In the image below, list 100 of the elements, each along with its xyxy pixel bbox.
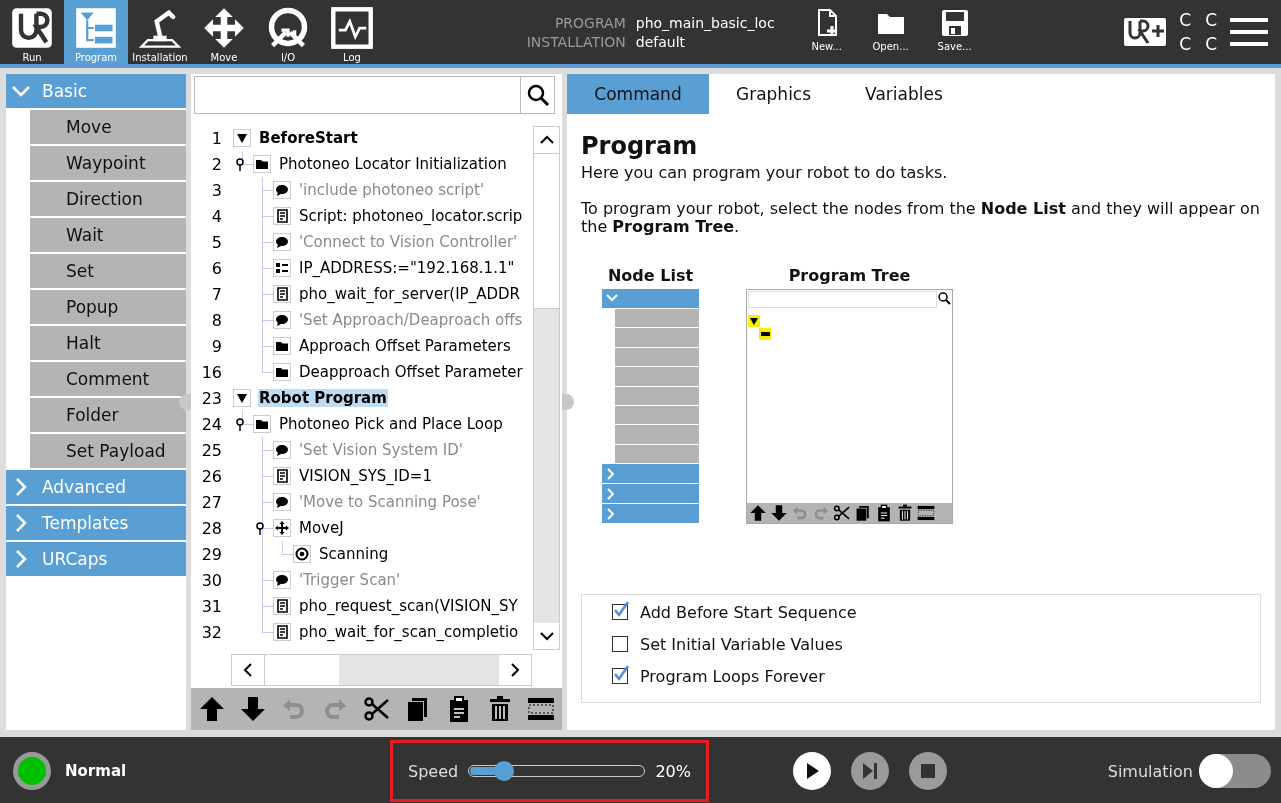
chevron-up-icon	[539, 135, 554, 145]
robot-logo-icon	[10, 6, 54, 50]
play-button[interactable]	[793, 752, 831, 790]
file-button[interactable]: Open...	[858, 0, 923, 64]
speed-label: Speed	[408, 761, 459, 781]
tree-node[interactable]: Script: photoneo_locator.scrip	[298, 207, 524, 225]
expand-toggle[interactable]	[233, 389, 251, 407]
line-number: 27	[200, 492, 222, 512]
indicator-letter: C	[1205, 34, 1217, 54]
tree-node[interactable]: BeforeStart	[258, 129, 359, 147]
tab[interactable]: Command	[567, 74, 709, 114]
node-button[interactable]: Waypoint	[30, 146, 186, 180]
installation-label: INSTALLATION	[525, 33, 626, 50]
comment-icon	[275, 235, 289, 249]
scissors-icon	[362, 695, 391, 723]
line-number: 30	[200, 570, 222, 590]
search-button[interactable]	[520, 76, 555, 114]
tree-node[interactable]: pho_wait_for_scan_completio	[298, 623, 520, 641]
line-number: 24	[200, 414, 222, 434]
tree-node[interactable]: 'Set Approach/Deaproach offs	[298, 311, 524, 329]
chevron-down-icon	[539, 631, 554, 641]
tree-node[interactable]: 'include photoneo script'	[298, 181, 486, 199]
installation-name: default	[635, 33, 687, 50]
tree-node[interactable]: Approach Offset Parameters	[298, 337, 512, 355]
comment-icon	[275, 183, 289, 197]
folder-icon	[275, 339, 289, 353]
tree-node[interactable]: pho_wait_for_server(IP_ADDR	[298, 285, 521, 303]
tree-node[interactable]: VISION_SYS_ID=1	[298, 467, 433, 485]
urcaps-logo-icon[interactable]	[1123, 17, 1168, 47]
simulation-toggle[interactable]	[1199, 754, 1271, 788]
horizontal-scrollbar[interactable]	[231, 654, 532, 686]
script-icon	[275, 625, 289, 639]
menu-icon[interactable]	[1229, 15, 1269, 49]
checkbox[interactable]	[612, 668, 628, 684]
tree-node[interactable]: pho_request_scan(VISION_SY	[298, 597, 519, 615]
node-button[interactable]: Comment	[30, 362, 186, 396]
tree-node[interactable]: 'Trigger Scan'	[298, 571, 402, 589]
tree-node[interactable]: Scanning	[318, 545, 390, 563]
file-button[interactable]: Save...	[922, 0, 987, 64]
line-number: 1	[210, 128, 222, 148]
node-handle-icon[interactable]	[256, 522, 264, 536]
speed-value: 20%	[655, 761, 691, 781]
line-number: 2	[210, 154, 222, 174]
node-button[interactable]: Set Payload	[30, 434, 186, 468]
move-arrows-icon	[202, 6, 246, 50]
tree-node[interactable]: Deapproach Offset Parameter	[298, 363, 524, 381]
node-button[interactable]: Move	[30, 110, 186, 144]
line-number: 31	[200, 596, 222, 616]
slider-thumb[interactable]	[494, 761, 515, 781]
tree-node[interactable]: Photoneo Pick and Place Loop	[278, 415, 504, 433]
indicator-letter: C	[1205, 10, 1217, 30]
script-icon	[275, 599, 289, 613]
node-button[interactable]: Halt	[30, 326, 186, 360]
intro-text: Here you can program your robot to do tasks.	[581, 164, 949, 182]
line-number: 4	[210, 206, 222, 226]
log-chart-icon	[330, 6, 374, 50]
arrow-down-icon	[239, 695, 268, 723]
line-number: 5	[210, 232, 222, 252]
option-label: Set Initial Variable Values	[640, 634, 843, 654]
program-name: pho_main_basic_loc	[635, 14, 776, 31]
search-field[interactable]	[194, 76, 520, 114]
node-button[interactable]: Popup	[30, 290, 186, 324]
tree-node[interactable]: 'Move to Scanning Pose'	[298, 493, 482, 511]
tree-node[interactable]: Robot Program	[258, 389, 388, 407]
tree-node[interactable]: 'Connect to Vision Controller'	[298, 233, 519, 251]
arrow-up-icon	[198, 695, 226, 723]
folder-icon	[255, 417, 269, 431]
line-number: 32	[200, 622, 222, 642]
io-icon	[266, 6, 310, 50]
triangle-down-icon	[236, 132, 248, 144]
tree-node[interactable]: Photoneo Locator Initialization	[278, 155, 508, 173]
panel-collapse-handle[interactable]	[562, 394, 574, 410]
checkbox[interactable]	[612, 604, 628, 620]
page-title: Program	[581, 132, 699, 160]
tree-node[interactable]: MoveJ	[298, 519, 345, 537]
suppress-icon	[527, 695, 555, 723]
folder-icon	[275, 365, 289, 379]
node-handle-icon[interactable]	[236, 418, 244, 432]
node-handle-icon[interactable]	[236, 158, 244, 172]
tree-node[interactable]: IP_ADDRESS:="192.168.1.1"	[298, 259, 516, 277]
line-number: 29	[200, 544, 222, 564]
scrollbar-thumb[interactable]	[534, 153, 559, 309]
waypoint-icon	[295, 547, 309, 561]
tree-node[interactable]: 'Set Vision System ID'	[298, 441, 464, 459]
node-button[interactable]: Wait	[30, 218, 186, 252]
node-button[interactable]: Folder	[30, 398, 186, 432]
line-number: 23	[200, 388, 222, 408]
expand-toggle[interactable]	[233, 129, 251, 147]
folder-icon	[255, 157, 269, 171]
line-number: 26	[200, 466, 222, 486]
file-button[interactable]: New...	[794, 0, 859, 64]
checkbox[interactable]	[612, 636, 628, 652]
node-button[interactable]: Set	[30, 254, 186, 288]
panel-collapse-handle[interactable]	[179, 394, 191, 410]
status-label: Normal	[65, 762, 127, 780]
option-label: Add Before Start Sequence	[640, 602, 857, 622]
comment-icon	[275, 573, 289, 587]
node-button[interactable]: Direction	[30, 182, 186, 216]
vertical-scrollbar[interactable]	[533, 126, 560, 650]
move-icon	[275, 521, 289, 535]
